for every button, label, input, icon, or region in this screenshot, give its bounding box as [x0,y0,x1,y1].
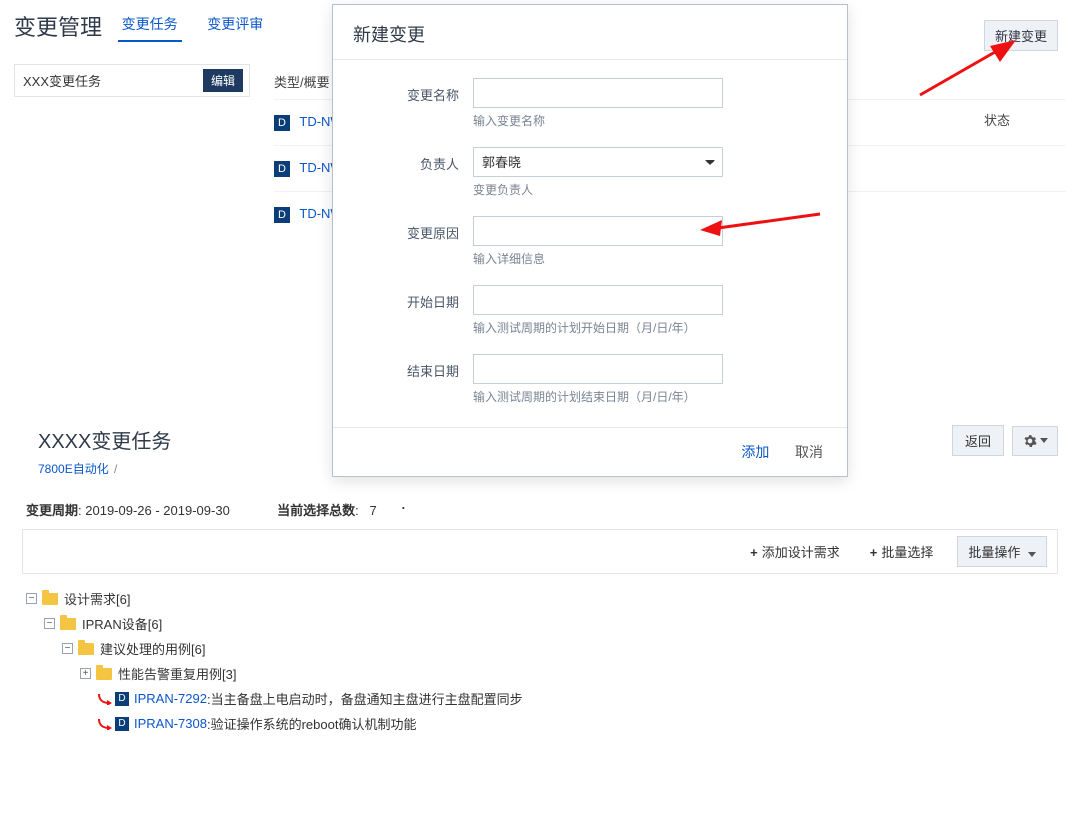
caret-down-icon [1040,438,1048,443]
issue-desc: :验证操作系统的reboot确认机制功能 [207,714,416,733]
field-label-end: 结束日期 [353,354,473,380]
task-panel-title: XXXX变更任务 [38,425,171,454]
plus-icon: + [750,545,758,560]
selected-label: 当前选择总数 [277,503,355,518]
plus-icon: + [870,545,878,560]
tab-change-task[interactable]: 变更任务 [118,8,182,42]
d-badge-icon: D [274,115,290,131]
tree-node-label[interactable]: 建议处理的用例[6] [100,639,205,658]
new-change-button[interactable]: 新建变更 [984,20,1058,51]
modal-add-button[interactable]: 添加 [733,438,777,466]
tree-node-label[interactable]: IPRAN设备[6] [82,614,162,633]
tree-leaf[interactable]: D IPRAN-7292 :当主备盘上电启动时，备盘通知主盘进行主盘配置同步 [26,686,1058,711]
field-label-owner: 负责人 [353,147,473,173]
period-label: 变更周期 [26,503,78,518]
folder-icon [78,643,94,655]
edit-button[interactable]: 编辑 [203,69,243,92]
owner-select[interactable]: 郭春晓 [473,147,723,177]
page-title: 变更管理 [14,10,102,42]
link-arrow-icon [98,716,112,731]
d-badge-icon: D [274,207,290,223]
batch-select-button[interactable]: +批量选择 [864,538,940,565]
new-change-modal: 新建变更 变更名称 输入变更名称 负责人 郭春晓 变更负责人 变更原因 输入详细… [332,4,848,477]
column-status-header: 状态 [984,110,1010,129]
field-hint-start: 输入测试周期的计划开始日期（月/日/年） [473,319,827,336]
tabs: 变更任务 变更评审 [118,8,286,42]
toolbar: +添加设计需求 +批量选择 批量操作 [22,529,1058,574]
field-hint-reason: 输入详细信息 [473,250,827,267]
tree-toggle[interactable]: − [44,618,55,629]
folder-icon [42,593,58,605]
caret-down-icon [1028,552,1036,557]
task-name: XXX变更任务 [23,71,101,90]
folder-icon [96,668,112,680]
requirement-tree: − 设计需求[6] − IPRAN设备[6] − 建议处理的用例[6] + 性能… [22,574,1058,766]
field-label-reason: 变更原因 [353,216,473,242]
period-value: 2019-09-26 - 2019-09-30 [85,503,230,518]
add-design-req-button[interactable]: +添加设计需求 [744,538,846,565]
selected-value: 7 [370,503,377,518]
d-badge-icon: D [115,717,129,731]
change-name-input[interactable] [473,78,723,108]
d-badge-icon: D [115,692,129,706]
field-label-name: 变更名称 [353,78,473,104]
bullet-icon: · [400,497,406,517]
field-hint-name: 输入变更名称 [473,112,827,129]
change-reason-input[interactable] [473,216,723,246]
tree-toggle[interactable]: − [26,593,37,604]
tree-node-label[interactable]: 设计需求[6] [64,589,130,608]
modal-cancel-button[interactable]: 取消 [787,438,831,466]
d-badge-icon: D [274,161,290,177]
breadcrumb[interactable]: 7800E自动化 / [38,460,171,477]
modal-title: 新建变更 [333,5,847,60]
issue-key[interactable]: IPRAN-7292 [134,691,207,706]
tree-toggle[interactable]: + [80,668,91,679]
settings-dropdown-button[interactable] [1012,426,1058,456]
batch-ops-dropdown[interactable]: 批量操作 [957,536,1047,567]
issue-key[interactable]: IPRAN-7308 [134,716,207,731]
issue-desc: :当主备盘上电启动时，备盘通知主盘进行主盘配置同步 [207,689,523,708]
field-hint-owner: 变更负责人 [473,181,827,198]
tree-leaf[interactable]: D IPRAN-7308 :验证操作系统的reboot确认机制功能 [26,711,1058,736]
end-date-input[interactable] [473,354,723,384]
link-arrow-icon [98,691,112,706]
tree-toggle[interactable]: − [62,643,73,654]
tab-change-review[interactable]: 变更评审 [203,8,267,40]
folder-icon [60,618,76,630]
gear-icon [1023,434,1037,448]
start-date-input[interactable] [473,285,723,315]
field-hint-end: 输入测试周期的计划结束日期（月/日/年） [473,388,827,405]
tree-node-label[interactable]: 性能告警重复用例[3] [118,664,236,683]
back-button[interactable]: 返回 [952,425,1004,456]
field-label-start: 开始日期 [353,285,473,311]
task-list-item[interactable]: XXX变更任务 编辑 [14,64,250,97]
